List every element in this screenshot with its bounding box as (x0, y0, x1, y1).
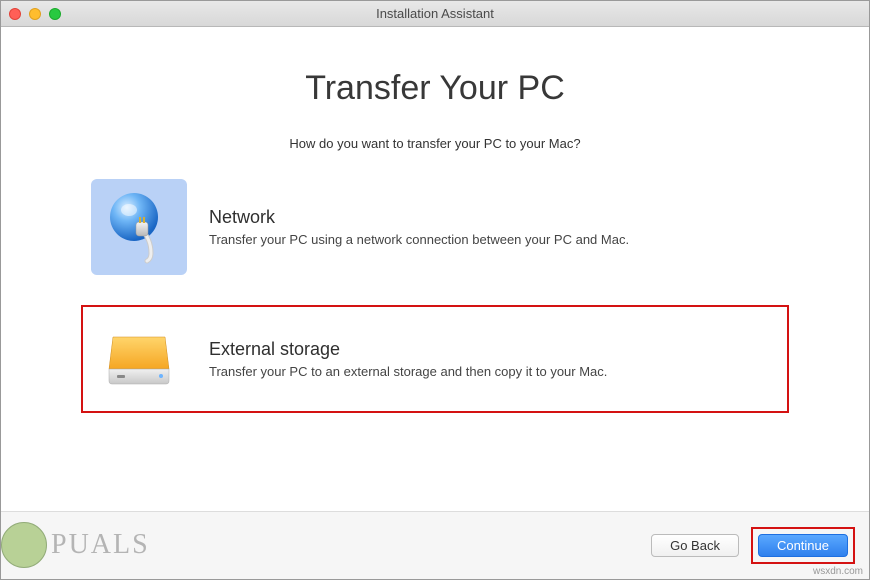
window-controls (9, 8, 61, 20)
footer: PUALS Go Back Continue (1, 511, 869, 579)
window-title: Installation Assistant (1, 6, 869, 21)
watermark-logo: PUALS (1, 511, 150, 579)
watermark-right-text: wsxdn.com (813, 566, 863, 577)
maximize-icon[interactable] (49, 8, 61, 20)
option-network-title: Network (209, 207, 629, 228)
titlebar: Installation Assistant (1, 1, 869, 27)
page-subtitle: How do you want to transfer your PC to y… (289, 136, 580, 151)
options-list: Network Transfer your PC using a network… (81, 173, 789, 437)
continue-button[interactable]: Continue (758, 534, 848, 557)
option-external-desc: Transfer your PC to an external storage … (209, 364, 607, 379)
network-icon (91, 179, 187, 275)
option-external-storage[interactable]: External storage Transfer your PC to an … (81, 305, 789, 413)
option-external-title: External storage (209, 339, 607, 360)
option-network[interactable]: Network Transfer your PC using a network… (81, 173, 789, 281)
page-title: Transfer Your PC (305, 69, 565, 108)
watermark-left-text: PUALS (51, 529, 150, 561)
option-network-desc: Transfer your PC using a network connect… (209, 232, 629, 247)
external-storage-icon (91, 311, 187, 407)
minimize-icon[interactable] (29, 8, 41, 20)
main-content: Transfer Your PC How do you want to tran… (1, 27, 869, 511)
go-back-button[interactable]: Go Back (651, 534, 739, 557)
continue-highlight: Continue (751, 527, 855, 564)
close-icon[interactable] (9, 8, 21, 20)
